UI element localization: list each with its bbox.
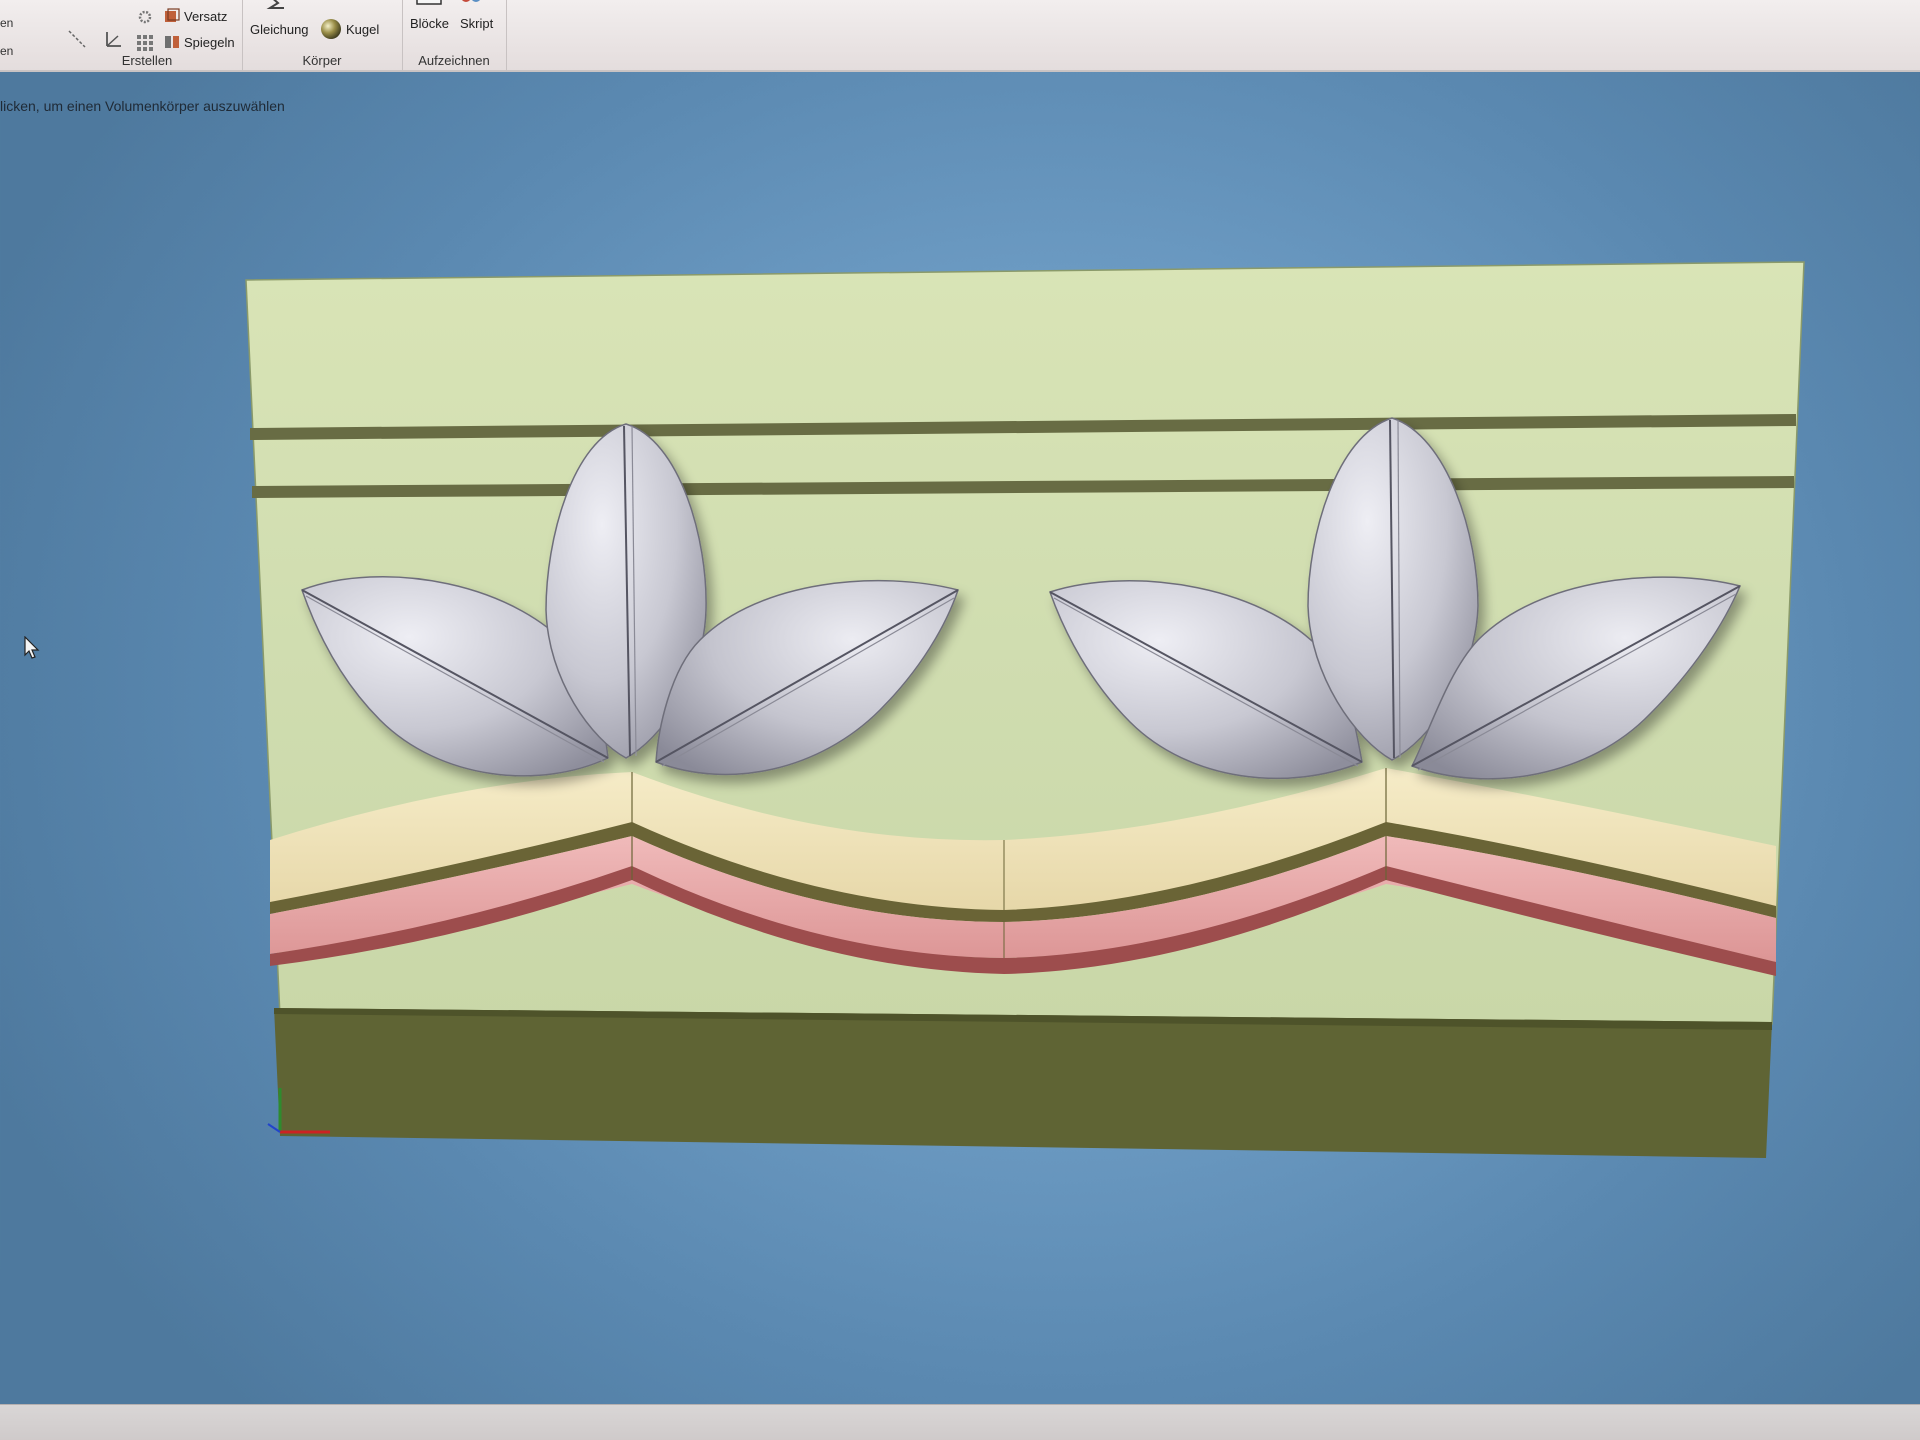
viewport[interactable] (0, 0, 1920, 1440)
status-bar (0, 1404, 1920, 1440)
base-band (274, 1008, 1772, 1158)
mouse-cursor-icon (24, 636, 40, 659)
